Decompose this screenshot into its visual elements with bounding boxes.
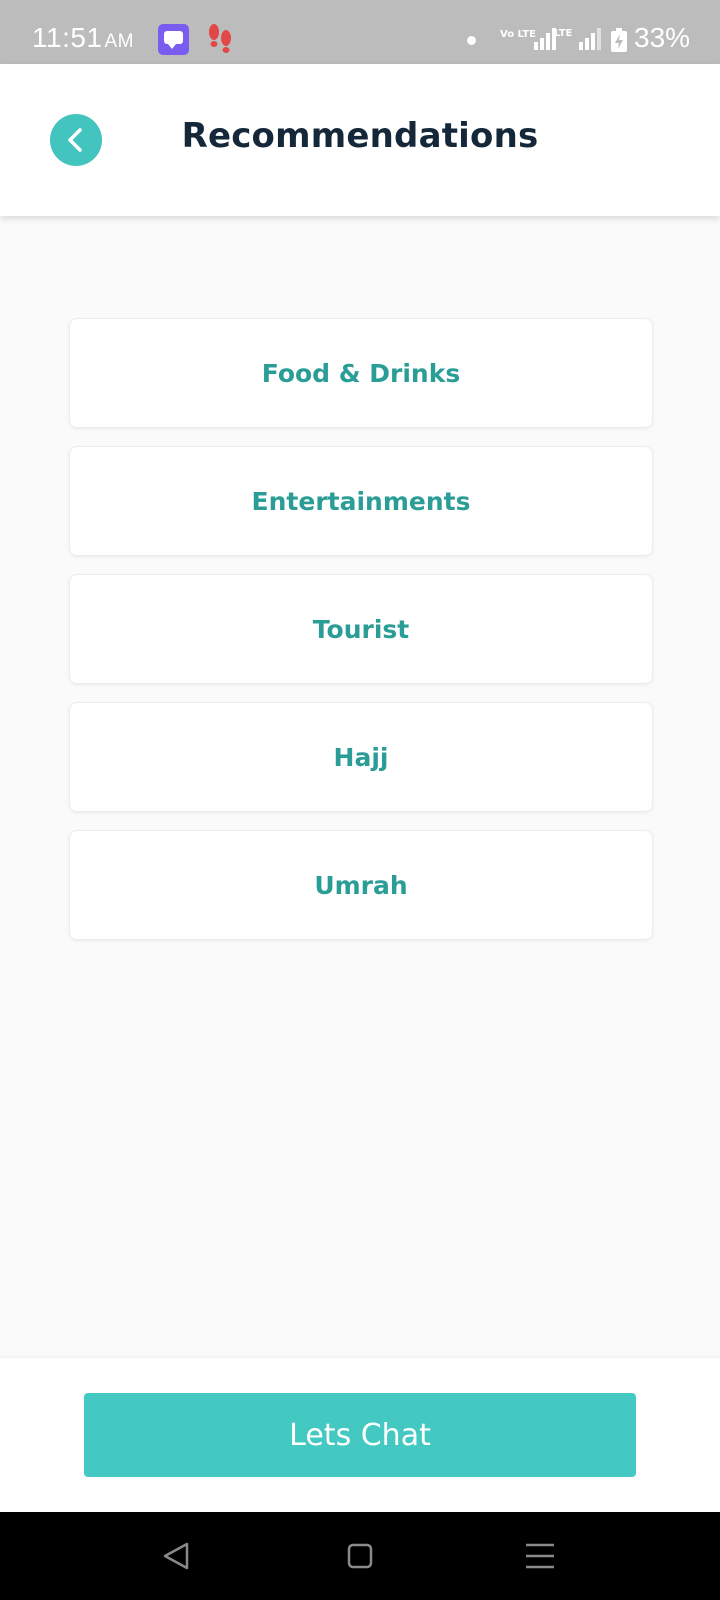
category-label: Hajj [333, 742, 389, 772]
notification-dot-icon [467, 36, 476, 45]
signal-strength-2-icon [579, 28, 601, 50]
category-card-tourist[interactable]: Tourist [69, 574, 653, 684]
category-card-entertainments[interactable]: Entertainments [69, 446, 653, 556]
footsteps-notification-icon [209, 24, 231, 53]
volte-icon: Vo LTE [500, 29, 536, 40]
chat-app-notification-icon [158, 24, 189, 55]
app-header: Recommendations [0, 64, 720, 216]
category-label: Tourist [312, 614, 410, 644]
category-card-hajj[interactable]: Hajj [69, 702, 653, 812]
lets-chat-label: Lets Chat [289, 1417, 431, 1453]
category-label: Umrah [314, 870, 408, 900]
triangle-back-icon[interactable] [153, 1532, 201, 1580]
category-card-umrah[interactable]: Umrah [69, 830, 653, 940]
status-bar: 11:51 AM Vo LTE LTE 33% [0, 0, 720, 64]
page-title: Recommendations [181, 116, 539, 156]
bottom-action-area: Lets Chat [0, 1358, 720, 1512]
system-nav-bar [0, 1512, 720, 1600]
menu-lines-icon[interactable] [516, 1532, 564, 1580]
category-label: Entertainments [251, 486, 471, 516]
status-time-value: 11:51 [32, 22, 103, 53]
lets-chat-button[interactable]: Lets Chat [84, 1393, 636, 1477]
lte-icon: LTE [554, 28, 573, 39]
square-home-icon[interactable] [336, 1532, 384, 1580]
battery-percentage: 33% [634, 22, 691, 53]
recommendation-categories-list: Food & Drinks Entertainments Tourist Haj… [69, 318, 653, 958]
status-time: 11:51 AM [32, 22, 134, 54]
category-card-food-drinks[interactable]: Food & Drinks [69, 318, 653, 428]
category-label: Food & Drinks [261, 358, 461, 388]
status-time-ampm: AM [104, 31, 134, 52]
battery-charging-icon [611, 28, 627, 52]
